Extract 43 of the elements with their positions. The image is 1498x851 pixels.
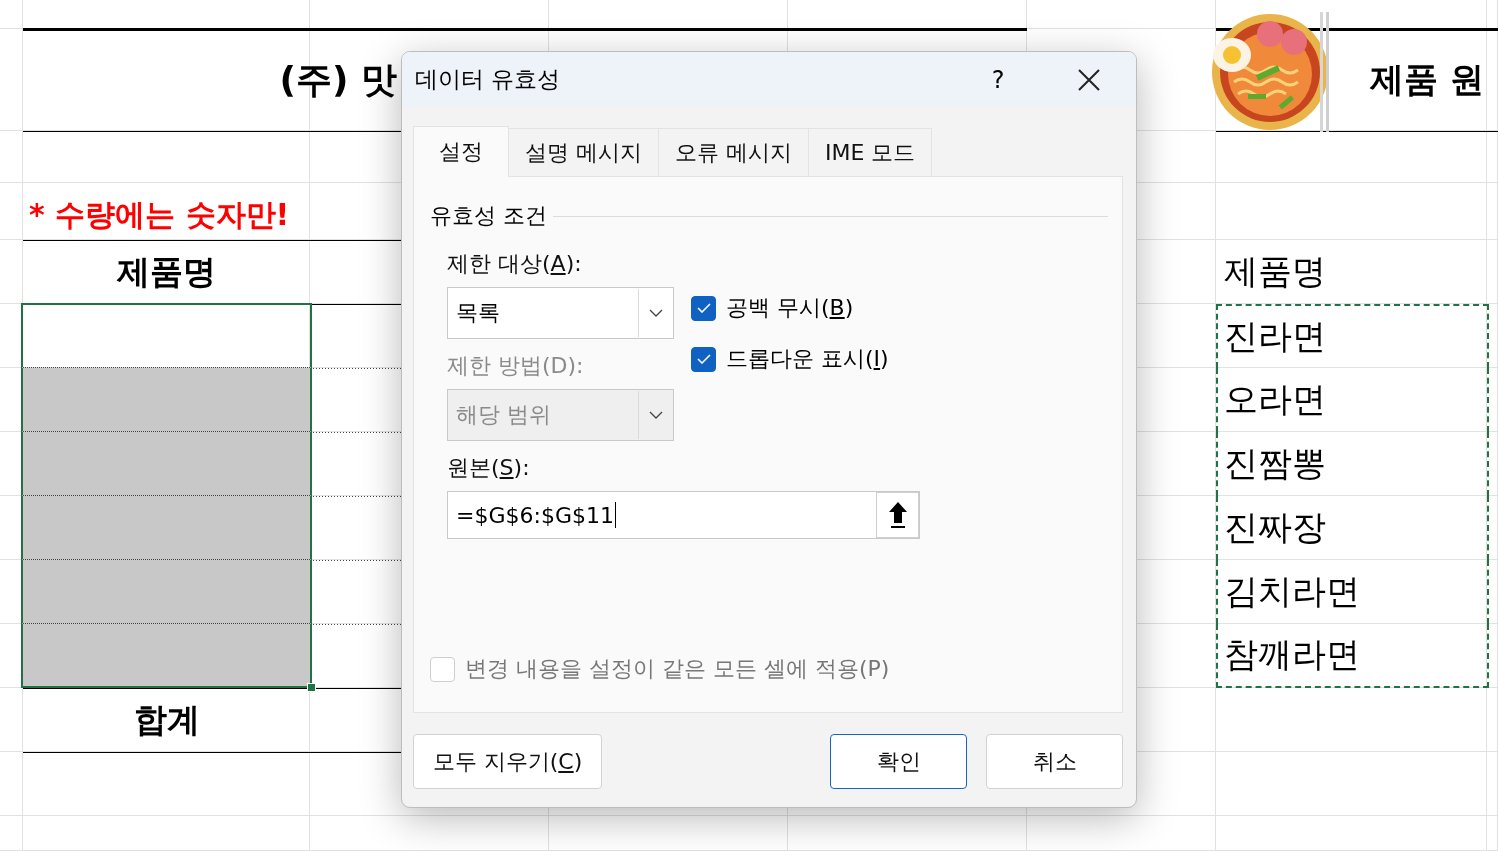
window-title: 데이터 유효성 [415, 65, 562, 94]
source-field[interactable]: =$G$6:$G$11 [447, 491, 920, 539]
checkbox[interactable] [691, 295, 716, 321]
field-label: 제한 대상(A): [447, 250, 582, 278]
check-icon [696, 303, 711, 313]
dialog-button[interactable]: 확인 [830, 734, 967, 789]
column-header: 제품명 [116, 250, 217, 293]
column-header: 제품명 [1223, 250, 1327, 293]
sheet-title: 제품 원 [1370, 58, 1484, 101]
tab[interactable]: 설정 [413, 126, 509, 177]
dropdown[interactable]: 목록 [447, 287, 674, 339]
tab[interactable]: IME 모드 [808, 128, 933, 176]
check-icon [696, 354, 711, 364]
checkbox-label: 변경 내용을 설정이 같은 모든 셀에 적용(P) [465, 655, 890, 683]
close-button[interactable] [1078, 68, 1100, 91]
checkbox[interactable] [691, 346, 716, 372]
table-cell: 진라면 [1216, 304, 1489, 368]
sheet-title: (주) 맛 [279, 57, 397, 102]
table-cell[interactable] [21, 368, 312, 432]
table-cell: 진짬뽕 [1216, 432, 1489, 496]
checkbox-label: 공백 무시(B) [726, 294, 854, 322]
close-icon [1078, 68, 1100, 91]
table-cell: 오라면 [1216, 368, 1489, 432]
dialog-button[interactable]: 취소 [986, 734, 1123, 789]
caret-icon [649, 411, 663, 419]
table-cell[interactable] [21, 496, 312, 560]
table-cell[interactable] [21, 432, 312, 496]
total-label: 합계 [132, 698, 201, 741]
table-cell: 진짜장 [1216, 496, 1489, 560]
checkbox-label: 드롭다운 표시(I) [726, 345, 889, 373]
field-label: 제한 방법(D): [447, 352, 584, 380]
table-cell: 참깨라면 [1216, 624, 1489, 688]
help-button[interactable]: ? [986, 65, 1010, 94]
table-cell: 김치라면 [1216, 560, 1489, 624]
up-arrow-icon [887, 501, 908, 529]
group-label: 유효성 조건 [430, 202, 547, 230]
collapse-dialog-button[interactable] [876, 492, 919, 538]
table-cell[interactable] [21, 560, 312, 624]
field-label: 원본(S): [447, 454, 530, 482]
fill-handle[interactable] [307, 683, 316, 692]
caret-icon [649, 309, 663, 317]
dialog-button[interactable]: 모두 지우기(C) [413, 734, 602, 789]
note-text: * 수량에는 숫자만! [29, 196, 290, 234]
